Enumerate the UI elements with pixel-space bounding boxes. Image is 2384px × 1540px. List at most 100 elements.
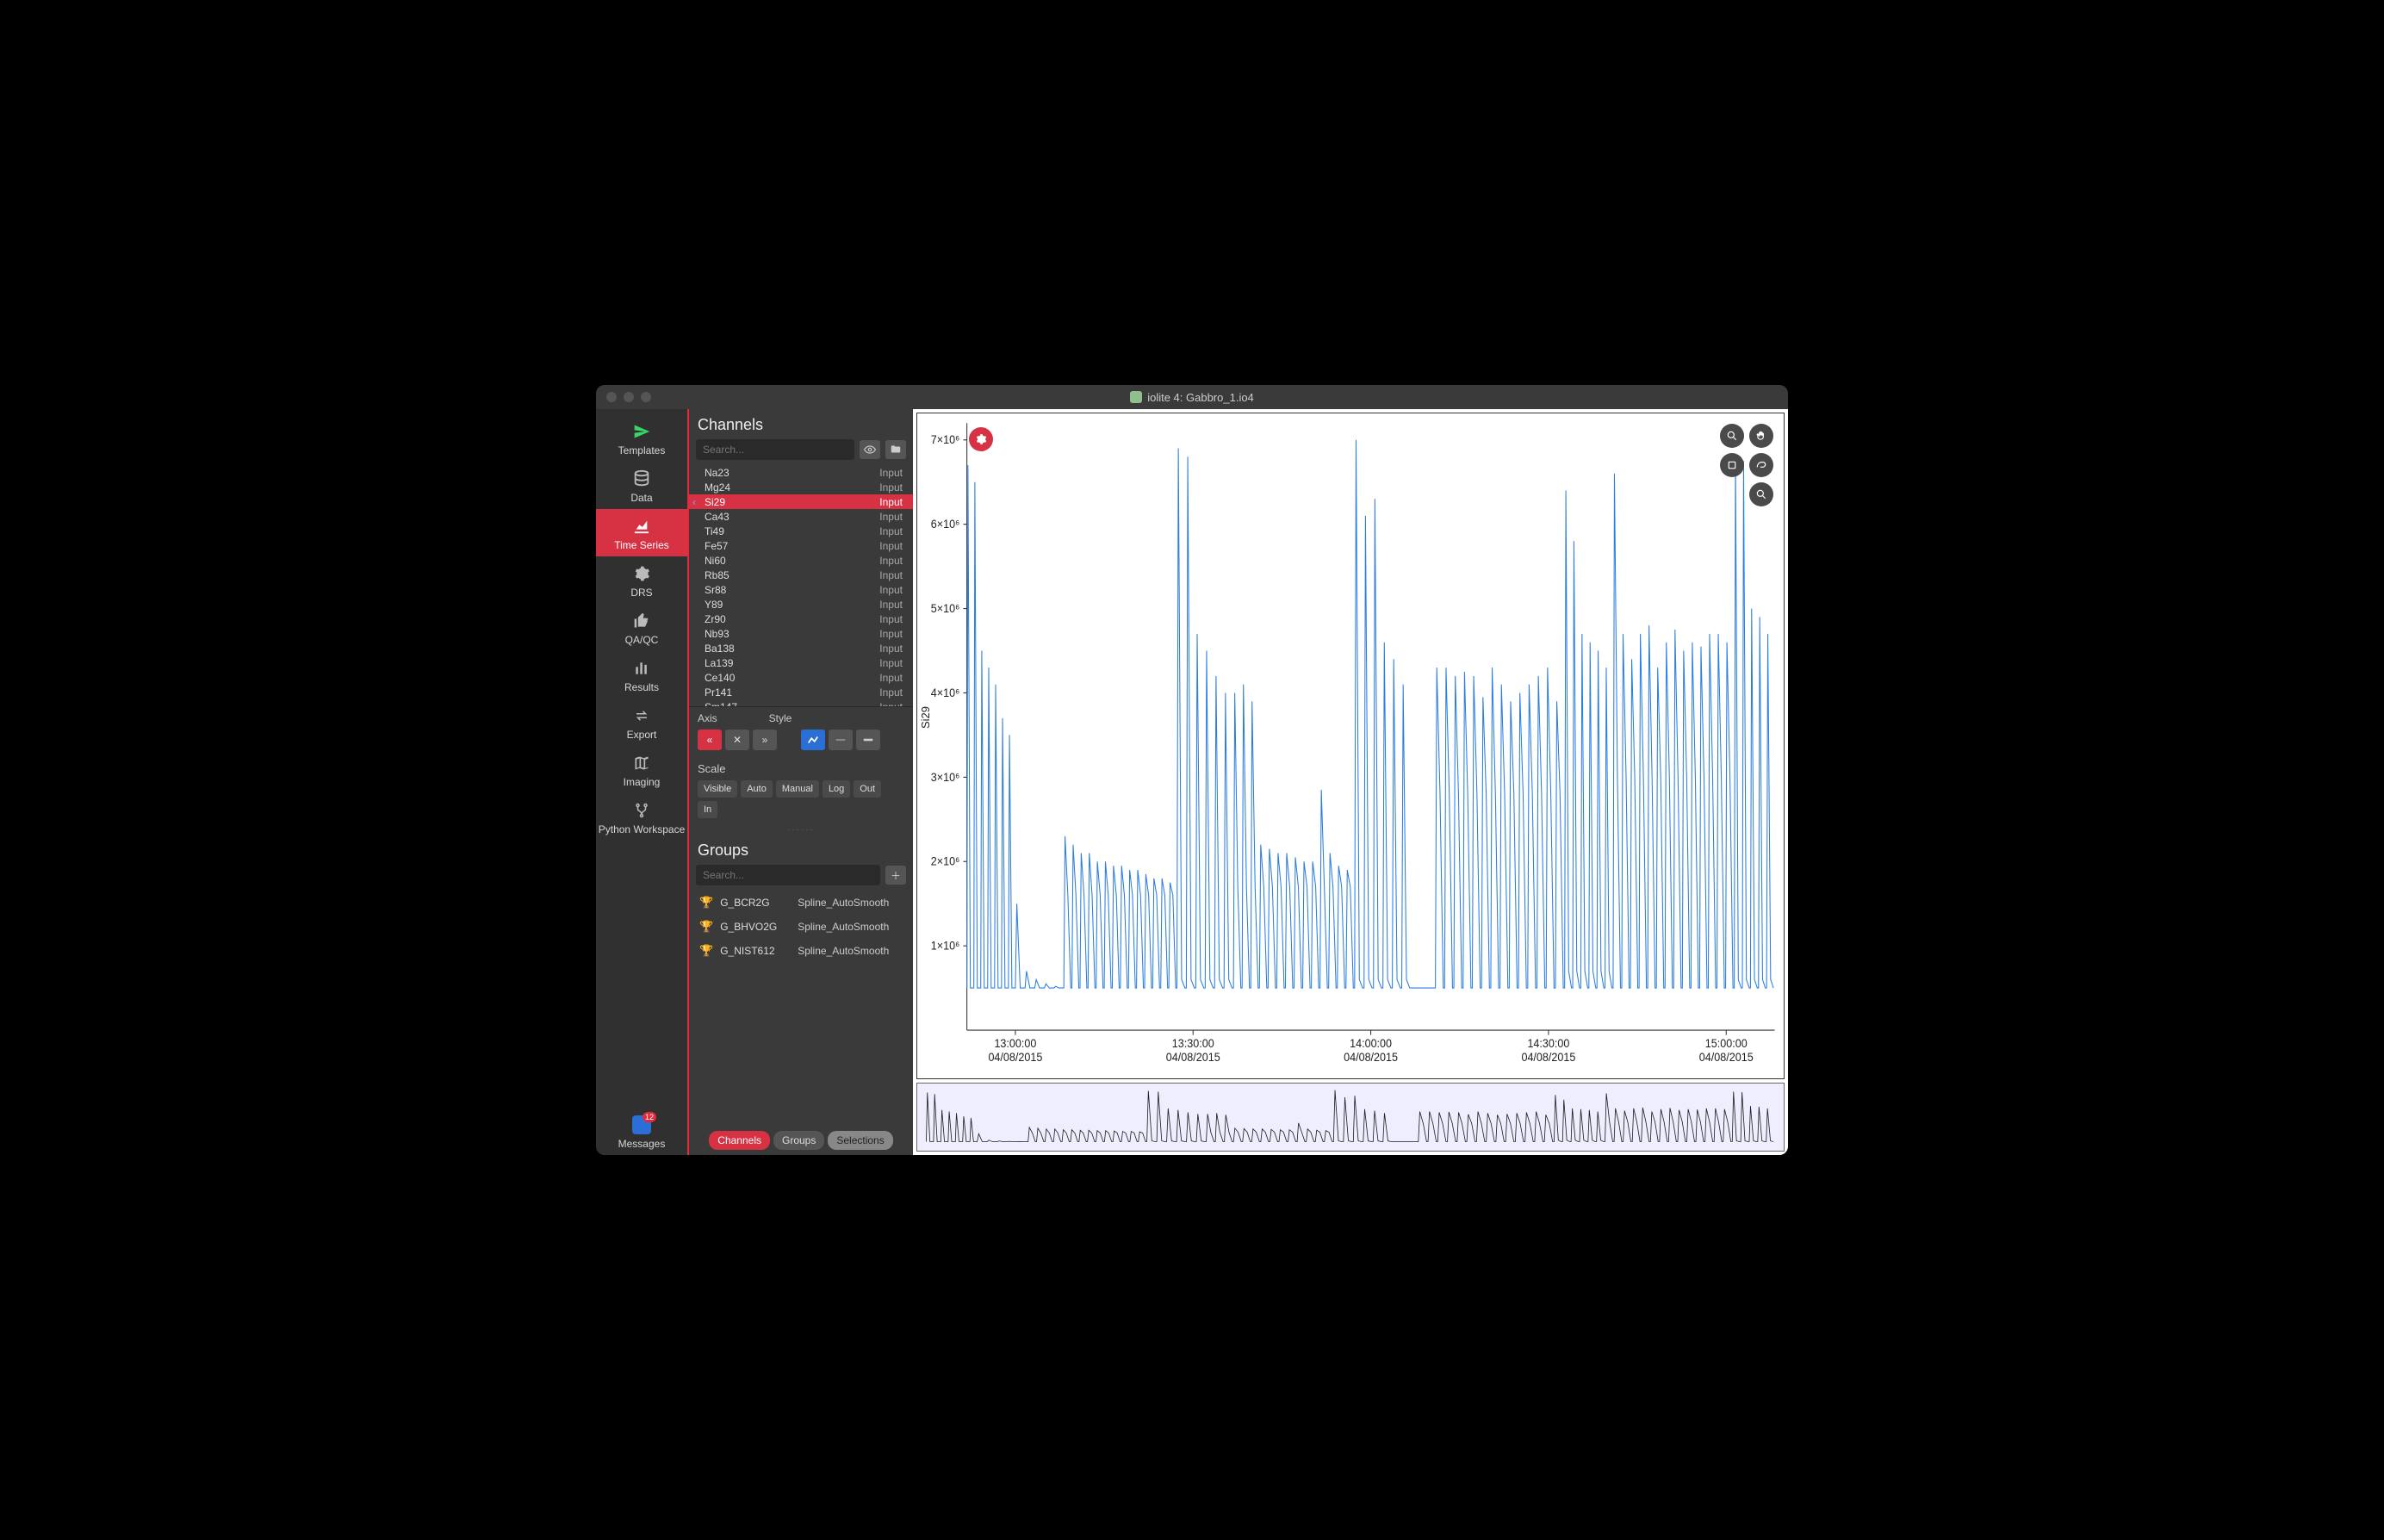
zoom-fit-button[interactable] xyxy=(1749,482,1773,506)
channel-row-Si29[interactable]: ‹Si29Input xyxy=(689,494,913,509)
y-axis-label: Si29 xyxy=(919,706,932,729)
svg-text:04/08/2015: 04/08/2015 xyxy=(1344,1050,1398,1063)
svg-text:13:00:00: 13:00:00 xyxy=(994,1037,1036,1050)
nav-item-qa/qc[interactable]: QA/QC xyxy=(596,604,687,651)
style-line-button[interactable] xyxy=(801,730,825,750)
svg-text:04/08/2015: 04/08/2015 xyxy=(1166,1050,1220,1063)
window-controls[interactable] xyxy=(606,392,651,402)
channels-search-input[interactable] xyxy=(696,439,854,460)
svg-text:15:00:00: 15:00:00 xyxy=(1705,1037,1748,1050)
channel-row-Ni60[interactable]: Ni60Input xyxy=(689,553,913,568)
folder-button[interactable] xyxy=(885,440,906,459)
svg-text:13:30:00: 13:30:00 xyxy=(1172,1037,1214,1050)
channel-row-Fe57[interactable]: Fe57Input xyxy=(689,538,913,553)
channel-row-Ti49[interactable]: Ti49Input xyxy=(689,524,913,538)
style-label: Style xyxy=(769,712,792,724)
nav-item-time-series[interactable]: Time Series xyxy=(596,509,687,556)
channel-row-Pr141[interactable]: Pr141Input xyxy=(689,685,913,699)
pan-button[interactable] xyxy=(1749,424,1773,448)
svg-text:4×10⁶: 4×10⁶ xyxy=(931,686,959,699)
scale-log-button[interactable]: Log xyxy=(823,780,850,798)
nav-item-drs[interactable]: DRS xyxy=(596,556,687,604)
overview-svg xyxy=(917,1084,1784,1151)
channel-row-Nb93[interactable]: Nb93Input xyxy=(689,626,913,641)
style-thin-button[interactable] xyxy=(829,730,853,750)
visibility-toggle-button[interactable] xyxy=(860,440,880,459)
groups-search-input[interactable] xyxy=(696,865,880,885)
groups-header: Groups xyxy=(689,835,913,865)
channel-row-Na23[interactable]: Na23Input xyxy=(689,465,913,480)
channel-row-Sr88[interactable]: Sr88Input xyxy=(689,582,913,597)
panel-resize-handle[interactable]: ······ xyxy=(689,825,913,835)
chart-icon xyxy=(630,516,654,537)
svg-text:1×10⁶: 1×10⁶ xyxy=(931,939,959,952)
nav-item-export[interactable]: Export xyxy=(596,699,687,746)
group-row-G_BHVO2G[interactable]: 🏆G_BHVO2GSpline_AutoSmooth xyxy=(689,915,913,939)
channel-row-Rb85[interactable]: Rb85Input xyxy=(689,568,913,582)
map-icon xyxy=(630,753,654,773)
axis-label: Axis xyxy=(698,712,717,724)
nav-item-messages[interactable]: Messages xyxy=(596,1108,687,1155)
messages-icon xyxy=(632,1115,651,1134)
exchange-icon xyxy=(630,705,654,726)
svg-text:04/08/2015: 04/08/2015 xyxy=(1521,1050,1575,1063)
group-row-G_BCR2G[interactable]: 🏆G_BCR2GSpline_AutoSmooth xyxy=(689,891,913,915)
nav-sidebar: TemplatesDataTime SeriesDRSQA/QCResultsE… xyxy=(596,409,689,1155)
group-list: 🏆G_BCR2GSpline_AutoSmooth🏆G_BHVO2GSpline… xyxy=(689,891,913,963)
svg-text:14:00:00: 14:00:00 xyxy=(1350,1037,1392,1050)
db-icon xyxy=(630,469,654,489)
scale-out-button[interactable]: Out xyxy=(854,780,881,798)
bottom-tabs: ChannelsGroupsSelections xyxy=(689,1126,913,1155)
trophy-icon: 🏆 xyxy=(699,920,713,934)
trophy-icon: 🏆 xyxy=(699,944,713,958)
axis-remove-button[interactable]: ✕ xyxy=(725,730,749,750)
scale-auto-button[interactable]: Auto xyxy=(741,780,773,798)
channels-panel: Channels Na23InputMg24Input‹Si29InputCa4… xyxy=(689,409,913,1155)
select-button[interactable] xyxy=(1720,453,1744,477)
nav-item-python-workspace[interactable]: Python Workspace xyxy=(596,793,687,841)
channel-row-Ce140[interactable]: Ce140Input xyxy=(689,670,913,685)
tab-selections[interactable]: Selections xyxy=(828,1131,892,1150)
svg-text:04/08/2015: 04/08/2015 xyxy=(988,1050,1042,1063)
svg-text:3×10⁶: 3×10⁶ xyxy=(931,770,959,783)
nav-item-templates[interactable]: Templates xyxy=(596,414,687,462)
thumb-icon xyxy=(630,611,654,631)
lasso-button[interactable] xyxy=(1749,453,1773,477)
group-row-G_NIST612[interactable]: 🏆G_NIST612Spline_AutoSmooth xyxy=(689,939,913,963)
svg-text:14:30:00: 14:30:00 xyxy=(1527,1037,1569,1050)
chart-svg: 1×10⁶2×10⁶3×10⁶4×10⁶5×10⁶6×10⁶7×10⁶13:00… xyxy=(917,413,1784,1078)
nav-item-results[interactable]: Results xyxy=(596,651,687,699)
tab-channels[interactable]: Channels xyxy=(709,1131,770,1150)
chart-settings-button[interactable] xyxy=(969,427,993,451)
channel-list[interactable]: Na23InputMg24Input‹Si29InputCa43InputTi4… xyxy=(689,465,913,706)
svg-text:6×10⁶: 6×10⁶ xyxy=(931,518,959,531)
app-icon xyxy=(1130,391,1142,403)
style-thick-button[interactable] xyxy=(856,730,880,750)
channel-row-La139[interactable]: La139Input xyxy=(689,655,913,670)
send-icon xyxy=(630,421,654,442)
trophy-icon: 🏆 xyxy=(699,896,713,910)
chart-area[interactable]: 1×10⁶2×10⁶3×10⁶4×10⁶5×10⁶6×10⁶7×10⁶13:00… xyxy=(916,413,1785,1079)
axis-right-button[interactable]: » xyxy=(753,730,777,750)
add-group-button[interactable]: ＋ xyxy=(885,866,906,885)
channel-row-Y89[interactable]: Y89Input xyxy=(689,597,913,612)
axis-left-button[interactable]: « xyxy=(698,730,722,750)
channel-row-Ca43[interactable]: Ca43Input xyxy=(689,509,913,524)
branch-icon xyxy=(630,800,654,821)
channel-row-Ba138[interactable]: Ba138Input xyxy=(689,641,913,655)
channels-header: Channels xyxy=(689,409,913,439)
scale-visible-button[interactable]: Visible xyxy=(698,780,737,798)
scale-in-button[interactable]: In xyxy=(698,801,717,818)
scale-manual-button[interactable]: Manual xyxy=(776,780,819,798)
overview-strip[interactable] xyxy=(916,1083,1785,1152)
titlebar: iolite 4: Gabbro_1.io4 xyxy=(596,385,1788,409)
bars-icon xyxy=(630,658,654,679)
channel-row-Mg24[interactable]: Mg24Input xyxy=(689,480,913,494)
nav-item-data[interactable]: Data xyxy=(596,462,687,509)
nav-item-imaging[interactable]: Imaging xyxy=(596,746,687,793)
channel-row-Zr90[interactable]: Zr90Input xyxy=(689,612,913,626)
chart-toolbar xyxy=(1720,424,1773,506)
tab-groups[interactable]: Groups xyxy=(773,1131,824,1150)
zoom-button[interactable] xyxy=(1720,424,1744,448)
channel-row-Sm147[interactable]: Sm147Input xyxy=(689,699,913,706)
